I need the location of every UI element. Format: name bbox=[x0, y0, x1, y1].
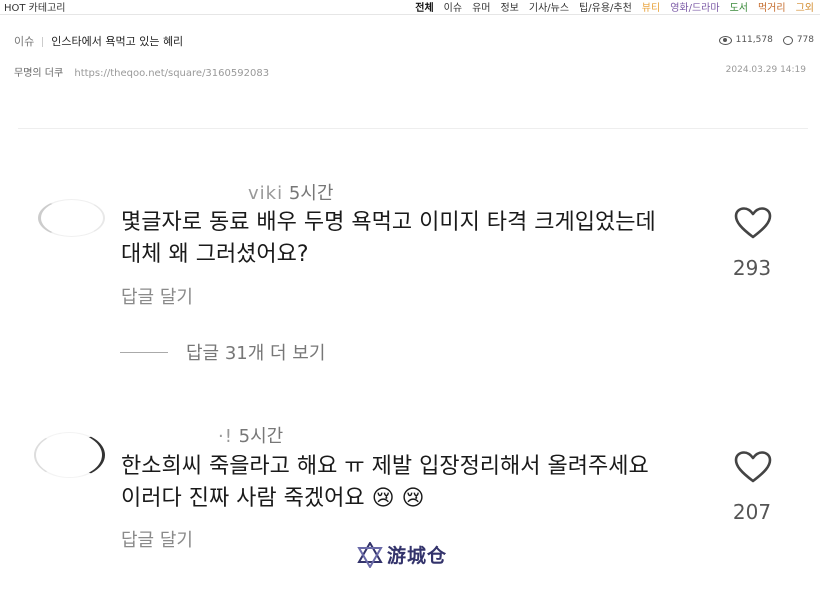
comment-meta: viki 5시간 bbox=[248, 179, 333, 205]
comment-meta: ·! 5시간 bbox=[218, 422, 283, 448]
post-category[interactable]: 이슈 bbox=[14, 35, 34, 48]
view-replies-label: 답글 31개 더 보기 bbox=[186, 343, 326, 364]
top-nav-bar: HOT 카테고리 전체 이슈 유머 정보 기사/뉴스 팁/유용/추천 뷰티 영화… bbox=[0, 0, 820, 15]
nav-tab-tips[interactable]: 팁/유용/추천 bbox=[579, 0, 632, 15]
heart-icon[interactable] bbox=[733, 450, 773, 484]
comment-line: 몇글자로 동료 배우 두명 욕먹고 이미지 타격 크게입었는데 bbox=[121, 210, 656, 235]
watermark: 游城仓 bbox=[357, 541, 447, 568]
nav-tab-drama[interactable]: 영화/드라마 bbox=[670, 0, 719, 15]
post-title-row: 이슈 인스타에서 욕먹고 있는 혜리 bbox=[14, 33, 183, 49]
comment-line: 대체 왜 그러셨어요? bbox=[121, 242, 309, 267]
star-logo-icon bbox=[357, 541, 383, 568]
comment-time: 5시간 bbox=[288, 183, 334, 204]
comment-line: 한소희씨 죽을라고 해요 ㅠ 제발 입장정리해서 올려주세요 bbox=[121, 454, 649, 479]
replies-line bbox=[120, 351, 168, 353]
category-logo[interactable]: HOT 카테고리 bbox=[4, 0, 65, 14]
post-author: 무명의 더쿠 bbox=[14, 68, 64, 79]
nav-tab-info[interactable]: 정보 bbox=[500, 0, 518, 15]
category-nav: 전체 이슈 유머 정보 기사/뉴스 팁/유용/추천 뷰티 영화/드라마 도서 먹… bbox=[415, 0, 814, 15]
like-count: 293 bbox=[732, 256, 772, 280]
comment-username[interactable]: ·! bbox=[218, 426, 233, 447]
comment-time: 5시간 bbox=[238, 426, 284, 447]
comment-username[interactable]: viki bbox=[248, 183, 283, 204]
comment-count: 778 bbox=[796, 35, 814, 45]
heart-icon[interactable] bbox=[733, 206, 773, 240]
post-info-row: 무명의 더쿠 https://theqoo.net/square/3160592… bbox=[14, 64, 269, 79]
nav-tab-all[interactable]: 전체 bbox=[415, 0, 434, 15]
nav-tab-etc[interactable]: 그외 bbox=[796, 0, 814, 15]
watermark-text: 游城仓 bbox=[387, 545, 448, 567]
like-count: 207 bbox=[732, 500, 772, 524]
comment-bubble-icon bbox=[782, 35, 793, 45]
view-count: 111,578 bbox=[735, 35, 773, 45]
nav-tab-food[interactable]: 먹거리 bbox=[758, 0, 786, 15]
avatar[interactable] bbox=[34, 432, 105, 478]
post-date: 2024.03.29 14:19 bbox=[725, 65, 806, 75]
nav-tab-news[interactable]: 기사/뉴스 bbox=[529, 0, 569, 15]
title-separator bbox=[42, 37, 44, 47]
view-replies-button[interactable]: 답글 31개 더 보기 bbox=[120, 339, 325, 365]
comment-body: 한소희씨 죽을라고 해요 ㅠ 제발 입장정리해서 올려주세요 이러다 진짜 사람… bbox=[121, 451, 649, 515]
post-title: 인스타에서 욕먹고 있는 혜리 bbox=[51, 35, 184, 48]
comment-body: 몇글자로 동료 배우 두명 욕먹고 이미지 타격 크게입었는데 대체 왜 그러셨… bbox=[121, 207, 656, 271]
content-divider bbox=[18, 128, 808, 129]
nav-tab-humor[interactable]: 유머 bbox=[472, 0, 490, 15]
comment-line: 이러다 진짜 사람 죽겠어요 😢 😢 bbox=[121, 486, 425, 511]
post-stats: 111,578 778 bbox=[718, 35, 814, 45]
eye-icon bbox=[718, 35, 732, 45]
reply-button[interactable]: 답글 달기 bbox=[121, 283, 193, 309]
nav-tab-issue[interactable]: 이슈 bbox=[444, 0, 462, 15]
nav-tab-books[interactable]: 도서 bbox=[730, 0, 748, 15]
nav-tab-beauty[interactable]: 뷰티 bbox=[642, 0, 660, 15]
avatar[interactable] bbox=[38, 199, 105, 237]
header-divider bbox=[0, 14, 820, 15]
post-url[interactable]: https://theqoo.net/square/3160592083 bbox=[74, 68, 269, 79]
reply-button[interactable]: 답글 달기 bbox=[121, 526, 193, 552]
